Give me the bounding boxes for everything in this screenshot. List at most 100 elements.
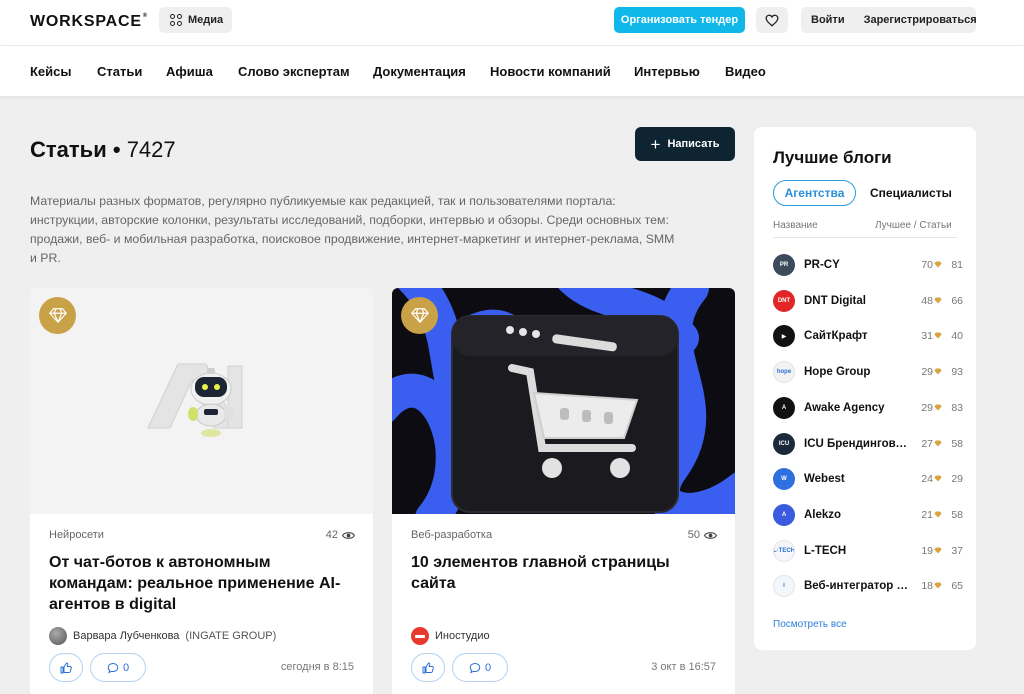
blog-list-item[interactable]: A Awake Agency 29 83	[773, 396, 963, 420]
eye-icon	[704, 531, 717, 539]
articles-count: 58	[951, 508, 963, 521]
blog-name: Hope Group	[804, 366, 871, 379]
nav-interviews[interactable]: Интервью	[634, 64, 700, 79]
blog-list-item[interactable]: hope Hope Group 29 93	[773, 360, 963, 384]
diamond-icon	[934, 511, 942, 518]
thumbs-up-icon	[422, 662, 434, 673]
comment-icon	[107, 662, 119, 673]
best-count: 27	[921, 437, 933, 450]
company-logo: A	[773, 503, 795, 526]
grid-icon	[170, 14, 182, 26]
nav-documentation[interactable]: Документация	[373, 64, 466, 79]
register-link[interactable]: Зарегистрироваться	[864, 14, 977, 26]
nav-cases[interactable]: Кейсы	[30, 64, 72, 79]
write-label: Написать	[667, 138, 720, 150]
diamond-icon	[934, 297, 942, 304]
blog-list-item[interactable]: L·TECH L-TECH 19 37	[773, 539, 963, 563]
company-logo: L·TECH	[773, 539, 795, 562]
articles-count: 7427	[126, 137, 176, 162]
diamond-icon	[934, 368, 942, 375]
articles-count: 83	[951, 401, 963, 414]
nav-articles[interactable]: Статьи	[97, 64, 142, 79]
tab-agencies[interactable]: Агентства	[773, 180, 856, 206]
article-image	[30, 288, 373, 514]
blog-list-item[interactable]: ▶ СайтКрафт 31 40	[773, 324, 963, 348]
blog-name: Awake Agency	[804, 401, 885, 414]
logo-glyph: PR	[779, 262, 789, 268]
media-menu-button[interactable]: Медиа	[159, 7, 232, 33]
comments-button[interactable]: 0	[452, 653, 508, 682]
comments-count: 0	[484, 661, 492, 674]
articles-count: 37	[951, 544, 963, 557]
logo-glyph: i	[783, 583, 785, 590]
main-nav: Кейсы Статьи Афиша Слово экспертам Докум…	[0, 46, 1024, 96]
nav-experts[interactable]: Слово экспертам	[238, 64, 350, 79]
tab-specialists[interactable]: Специалисты	[870, 186, 952, 200]
comments-count: 0	[122, 661, 130, 674]
divider	[773, 237, 957, 238]
diamond-icon	[48, 308, 67, 323]
company-logo: i	[773, 575, 795, 598]
article-category[interactable]: Нейросети	[49, 529, 104, 541]
organize-tender-button[interactable]: Организовать тендер	[614, 7, 745, 33]
article-date: сегодня в 8:15	[280, 661, 354, 673]
blog-list-item[interactable]: ICU ICU Брендинговое агентство 27 58	[773, 432, 963, 456]
comments-button[interactable]: 0	[90, 653, 146, 682]
see-all-link[interactable]: Посмотреть все	[773, 619, 847, 630]
best-count: 29	[921, 401, 933, 414]
write-article-button[interactable]: + Написать	[635, 127, 735, 161]
best-count: 70	[921, 259, 933, 271]
article-card[interactable]: Веб-разработка 50 10 элементов главной с…	[392, 288, 735, 694]
blog-list-item[interactable]: DNT DNT Digital 48 66	[773, 289, 963, 313]
article-date: 3 окт в 16:57	[651, 661, 716, 673]
comment-icon	[469, 662, 481, 673]
author-avatar	[49, 627, 67, 645]
diamond-icon	[934, 332, 942, 339]
company-logo: ICU	[773, 432, 795, 455]
company-logo: A	[773, 396, 795, 419]
blog-list-item[interactable]: W Webest 24 29	[773, 467, 963, 491]
nav-video[interactable]: Видео	[725, 64, 766, 79]
diamond-icon	[410, 308, 429, 323]
workspace-logo[interactable]: WORKSPACE®	[30, 13, 148, 31]
best-count: 18	[921, 580, 933, 593]
media-label: Медиа	[188, 14, 224, 26]
company-logo: W	[773, 468, 795, 491]
best-blogs-panel: Лучшие блоги Агентства Специалисты Назва…	[754, 127, 976, 650]
blog-name: PR-CY	[804, 259, 840, 271]
like-button[interactable]	[49, 653, 83, 682]
articles-count: 93	[951, 366, 963, 379]
article-category[interactable]: Веб-разработка	[411, 529, 492, 541]
article-title[interactable]: От чат-ботов к автономным командам: реал…	[49, 552, 354, 615]
page-title-text: Статьи	[30, 137, 107, 162]
eye-icon	[342, 531, 355, 539]
favorites-button[interactable]	[756, 7, 788, 33]
company-logo: hope	[773, 361, 795, 384]
blog-list-item[interactable]: i Веб-интегратор ИНТЕРВОЛГА 18 65	[773, 574, 963, 598]
article-author[interactable]: Варвара Лубченкова (INGATE GROUP)	[49, 627, 276, 645]
logo-glyph: A	[781, 511, 787, 518]
blog-list-item[interactable]: PR PR-CY 70 81	[773, 253, 963, 277]
best-count: 31	[921, 330, 933, 343]
heart-icon	[765, 14, 779, 27]
article-actions: 0	[411, 653, 508, 682]
diamond-icon	[934, 582, 942, 589]
article-title[interactable]: 10 элементов главной страницы сайта	[411, 552, 716, 594]
articles-count: 40	[951, 330, 963, 343]
like-button[interactable]	[411, 653, 445, 682]
company-logo: PR	[773, 254, 795, 276]
thumbs-up-icon	[60, 662, 72, 673]
logo-glyph: hope	[776, 369, 792, 376]
article-card[interactable]: Нейросети 42 От чат-ботов к автономным к…	[30, 288, 373, 694]
logo-glyph: L·TECH	[773, 547, 795, 554]
article-author[interactable]: Иностудио	[411, 627, 490, 645]
article-image	[392, 288, 735, 535]
nav-company-news[interactable]: Новости компаний	[490, 64, 611, 79]
best-count: 29	[921, 366, 933, 379]
blog-list-item[interactable]: A Alekzo 21 58	[773, 503, 963, 527]
blog-name: ICU Брендинговое агентство	[804, 437, 914, 450]
views-count: 42	[326, 529, 355, 541]
best-count: 19	[921, 544, 933, 557]
login-link[interactable]: Войти	[811, 14, 845, 26]
nav-events[interactable]: Афиша	[166, 64, 213, 79]
